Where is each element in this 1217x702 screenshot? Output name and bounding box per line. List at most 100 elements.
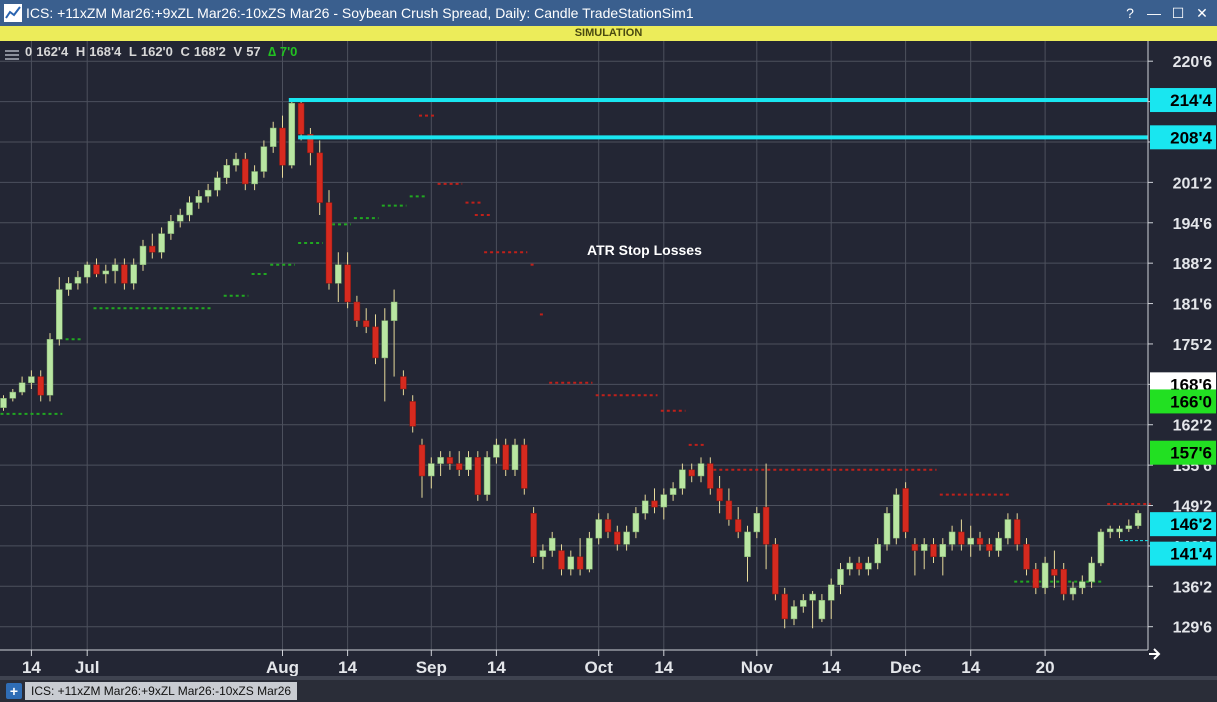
candle-body: [223, 165, 230, 178]
candle-body: [1013, 519, 1021, 545]
candle-body: [1125, 525, 1133, 530]
y-tick-label: 194'6: [1173, 216, 1213, 233]
candle-body: [669, 488, 677, 495]
candle-body: [176, 214, 184, 222]
candle-body: [428, 463, 435, 477]
candle-body: [1116, 528, 1123, 533]
candle-body: [614, 531, 621, 545]
candle-body: [0, 398, 7, 408]
price-marker-label: 166'0: [1170, 392, 1212, 411]
candle-body: [781, 593, 788, 620]
candle-body: [855, 562, 863, 570]
candle-body: [400, 376, 407, 390]
candle-body: [74, 276, 82, 284]
candle-body: [548, 537, 556, 551]
candle-body: [409, 401, 416, 427]
y-tick-label: 220'6: [1173, 54, 1213, 71]
x-tick-label: 20: [1036, 658, 1055, 676]
menu-icon[interactable]: [5, 50, 19, 60]
candle-body: [595, 519, 602, 539]
candle-body: [325, 202, 333, 284]
candle-body: [130, 264, 137, 284]
x-tick-label: Jul: [75, 658, 100, 676]
maximize-button[interactable]: ☐: [1167, 0, 1189, 26]
candle-body: [493, 444, 500, 458]
candle-body: [204, 189, 212, 197]
close-button[interactable]: ✕: [1191, 0, 1213, 26]
candle-body: [465, 457, 472, 471]
candle-body: [288, 102, 296, 166]
candle-body: [586, 537, 593, 570]
price-marker-label: 214'4: [1170, 91, 1212, 110]
y-tick-label: 181'6: [1173, 297, 1213, 314]
candle-body: [986, 544, 993, 551]
candle-body: [1032, 568, 1040, 589]
candle-body: [827, 584, 835, 601]
candle-body: [214, 177, 221, 191]
candle-body: [335, 264, 342, 284]
atr-annotation: ATR Stop Losses: [587, 242, 702, 258]
candle-body: [437, 457, 444, 464]
candle-body: [818, 600, 826, 620]
price-marker-label: 146'2: [1170, 515, 1212, 534]
candle-body: [995, 537, 1002, 551]
candle-body: [344, 264, 351, 303]
candle-body: [1004, 519, 1012, 539]
candle-body: [883, 513, 891, 545]
x-tick-label: 14: [487, 658, 506, 676]
candle-body: [316, 152, 323, 203]
candle-body: [83, 264, 91, 278]
candle-body: [744, 531, 751, 558]
candle-body: [28, 376, 35, 384]
candle-body: [251, 171, 258, 185]
candle-body: [976, 537, 984, 545]
candle-body: [139, 245, 147, 265]
candle-body: [474, 457, 482, 495]
candle-body: [1023, 544, 1030, 570]
candle-body: [111, 264, 119, 272]
candle-body: [772, 544, 779, 595]
candle-body: [297, 102, 305, 135]
y-tick-label: 129'6: [1173, 620, 1213, 637]
candle-body: [716, 488, 723, 502]
candle-body: [632, 513, 640, 533]
price-marker-label: 208'4: [1170, 128, 1212, 147]
candle-body: [279, 127, 286, 166]
candle-body: [1060, 568, 1067, 595]
x-tick-label: Oct: [585, 658, 614, 676]
candle-body: [455, 463, 463, 471]
price-chart[interactable]: 129'6136'2142'6149'2155'6162'2168'6175'2…: [0, 41, 1217, 676]
x-tick-label: Aug: [266, 658, 299, 676]
candle-body: [37, 376, 44, 396]
candle-body: [660, 494, 668, 508]
candle-body: [362, 320, 370, 328]
candle-body: [920, 544, 928, 551]
y-tick-label: 201'2: [1173, 175, 1213, 192]
simulation-banner: SIMULATION: [0, 26, 1217, 41]
x-tick-label: 14: [961, 658, 980, 676]
candle-body: [809, 593, 816, 601]
candle-body: [623, 531, 630, 545]
candle-body: [958, 531, 965, 545]
candle-body: [353, 301, 361, 321]
candle-body: [167, 220, 175, 234]
candle-body: [837, 568, 844, 586]
candle-body: [967, 537, 974, 545]
tab-chart[interactable]: ICS: +11xZM Mar26:+9xZL Mar26:-10xZS Mar…: [25, 682, 298, 700]
candle-body: [762, 506, 770, 545]
candle-body: [707, 463, 714, 489]
candle-body: [502, 444, 509, 471]
candle-body: [846, 562, 854, 570]
add-tab-button[interactable]: +: [6, 683, 22, 699]
minimize-button[interactable]: —: [1143, 0, 1165, 26]
x-tick-label: Dec: [890, 658, 921, 676]
candle-body: [1079, 581, 1086, 589]
help-button[interactable]: ?: [1119, 0, 1141, 26]
title-bar: ICS: +11xZM Mar26:+9xZL Mar26:-10xZS Mar…: [0, 0, 1217, 26]
x-tick-label: 14: [22, 658, 41, 676]
candle-body: [372, 326, 379, 359]
simulation-label: SIMULATION: [574, 27, 643, 39]
y-tick-label: 136'2: [1173, 579, 1213, 596]
tab-bar: + ICS: +11xZM Mar26:+9xZL Mar26:-10xZS M…: [0, 680, 1217, 702]
candle-body: [56, 289, 63, 340]
